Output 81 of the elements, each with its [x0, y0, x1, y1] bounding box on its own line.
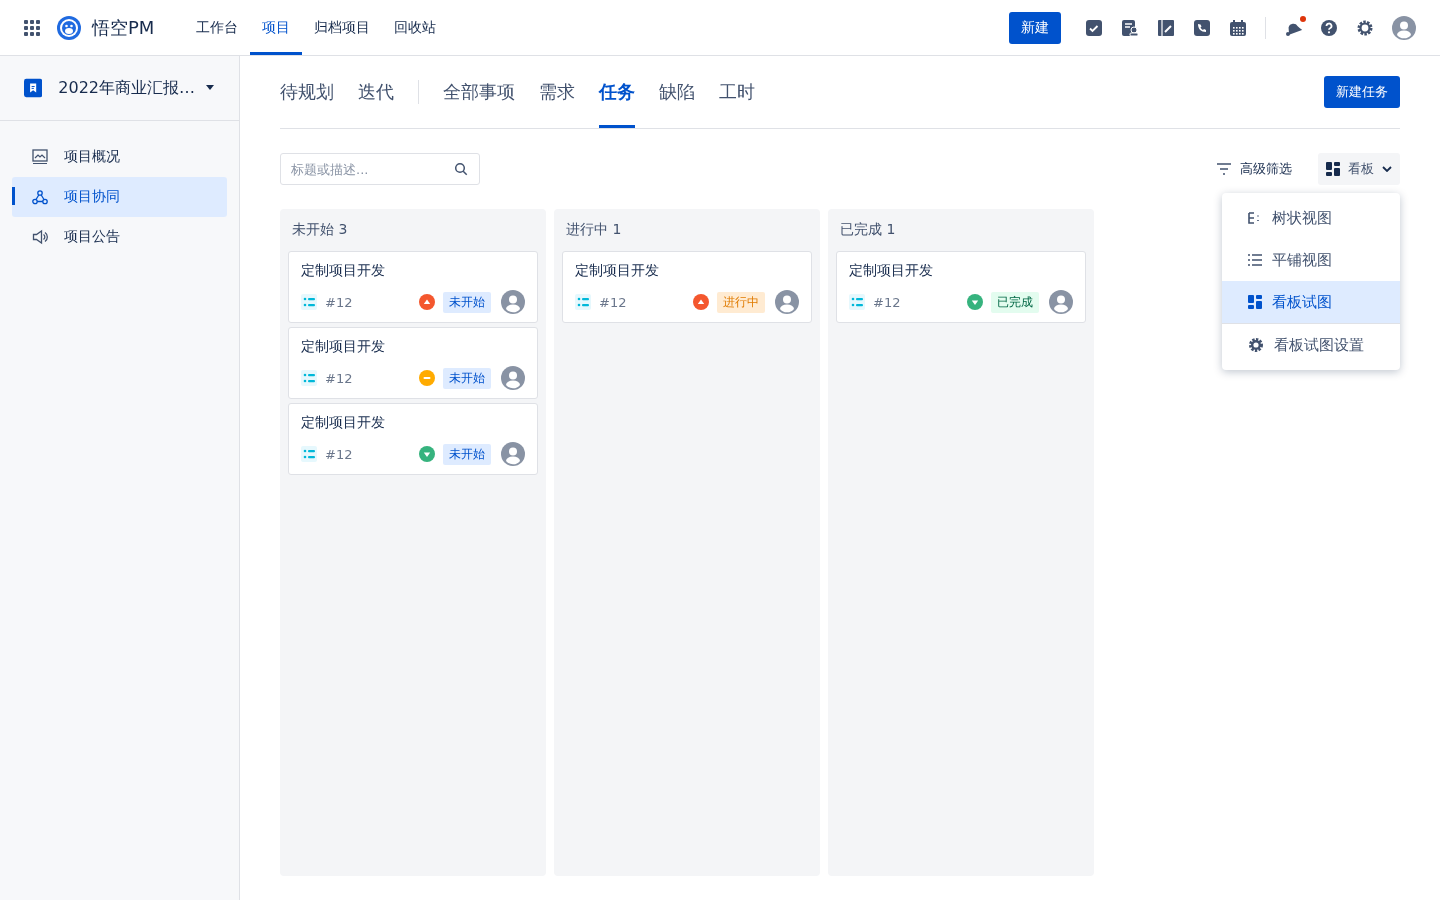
column-title: 进行中 1 [565, 220, 623, 239]
task-type-icon [575, 294, 591, 310]
task-card[interactable]: 定制项目开发 #12 未开始 [288, 251, 538, 323]
new-button[interactable]: 新建 [1009, 11, 1061, 44]
avatar-icon [501, 366, 525, 390]
task-number: #12 [325, 370, 353, 386]
column-title: 已完成 1 [839, 220, 897, 239]
status-tag: 未开始 [443, 367, 491, 389]
search-icon [454, 162, 468, 176]
collaboration-icon [32, 189, 48, 205]
speaker-icon [32, 229, 48, 245]
avatar-icon [775, 290, 799, 314]
status-tag: 未开始 [443, 291, 491, 313]
sidebar-item[interactable]: 项目协同 [12, 177, 227, 217]
board-icon [1248, 295, 1262, 309]
calendar-icon[interactable] [1229, 18, 1247, 37]
chart-screen-icon [32, 149, 48, 165]
sidebar-item[interactable]: 项目概况 [12, 137, 227, 177]
project-selector[interactable]: 2022年商业汇报… [58, 77, 215, 99]
task-title: 定制项目开发 [301, 338, 386, 356]
task-type-icon [301, 370, 317, 386]
filter-icon [1216, 163, 1232, 175]
tab[interactable]: 迭代 [358, 56, 394, 128]
project-icon [24, 76, 43, 100]
task-number: #12 [873, 294, 901, 310]
task-type-icon [301, 294, 317, 310]
status-tag: 进行中 [717, 291, 765, 313]
nav-tab[interactable]: 归档项目 [302, 0, 383, 55]
tree-icon [1248, 212, 1262, 224]
status-tag: 未开始 [443, 443, 491, 465]
chevron-down-icon [1382, 166, 1392, 172]
task-title: 定制项目开发 [301, 414, 386, 432]
task-check-icon[interactable] [1085, 18, 1103, 37]
avatar-icon[interactable] [1392, 15, 1416, 40]
task-type-icon [849, 294, 865, 310]
task-title: 定制项目开发 [849, 262, 934, 280]
tab[interactable]: 全部事项 [443, 56, 515, 128]
caret-icon [205, 85, 215, 91]
search-field[interactable]: 标题或描述... [280, 153, 480, 185]
column-title: 未开始 3 [291, 220, 349, 239]
menu-item[interactable]: 看板试图 [1222, 281, 1400, 323]
nav-tab[interactable]: 工作台 [184, 0, 251, 55]
task-title: 定制项目开发 [301, 262, 386, 280]
tab[interactable]: 任务 [599, 56, 635, 128]
menu-item[interactable]: 看板试图设置 [1222, 324, 1400, 366]
document-user-icon[interactable] [1121, 18, 1139, 37]
tab[interactable]: 待规划 [280, 56, 334, 128]
avatar-icon [501, 290, 525, 314]
notebook-pen-icon[interactable] [1157, 18, 1175, 37]
tab[interactable]: 需求 [539, 56, 575, 128]
tab[interactable]: 工时 [719, 56, 755, 128]
settings-icon [1248, 337, 1264, 353]
task-title: 定制项目开发 [575, 262, 660, 280]
avatar-icon [501, 442, 525, 466]
menu-item[interactable]: 树状视图 [1222, 197, 1400, 239]
task-number: #12 [599, 294, 627, 310]
task-card[interactable]: 定制项目开发 #12 已完成 [836, 251, 1086, 323]
filter-button[interactable]: 高级筛选 [1210, 153, 1298, 185]
settings-icon[interactable] [1356, 18, 1374, 37]
nav-tab[interactable]: 回收站 [382, 0, 449, 55]
sidebar-item[interactable]: 项目公告 [12, 217, 227, 257]
help-icon[interactable] [1320, 18, 1338, 37]
status-tag: 已完成 [991, 291, 1039, 313]
nav-tab[interactable]: 项目 [250, 0, 303, 55]
list-icon [1248, 254, 1262, 266]
task-card[interactable]: 定制项目开发 #12 未开始 [288, 403, 538, 475]
avatar-icon [1049, 290, 1073, 314]
brand-name: 悟空PM [92, 15, 155, 40]
task-card[interactable]: 定制项目开发 #12 进行中 [562, 251, 812, 323]
view-dropdown[interactable]: 看板 [1318, 153, 1400, 185]
new-task-button[interactable]: 新建任务 [1324, 76, 1400, 108]
task-type-icon [301, 446, 317, 462]
task-card[interactable]: 定制项目开发 #12 未开始 [288, 327, 538, 399]
menu-item[interactable]: 平铺视图 [1222, 239, 1400, 281]
phone-icon[interactable] [1193, 18, 1211, 37]
task-number: #12 [325, 446, 353, 462]
apps-grid-icon[interactable] [24, 19, 40, 36]
logo-icon [56, 14, 82, 41]
task-number: #12 [325, 294, 353, 310]
tab[interactable]: 缺陷 [659, 56, 695, 128]
board-icon [1326, 162, 1340, 176]
